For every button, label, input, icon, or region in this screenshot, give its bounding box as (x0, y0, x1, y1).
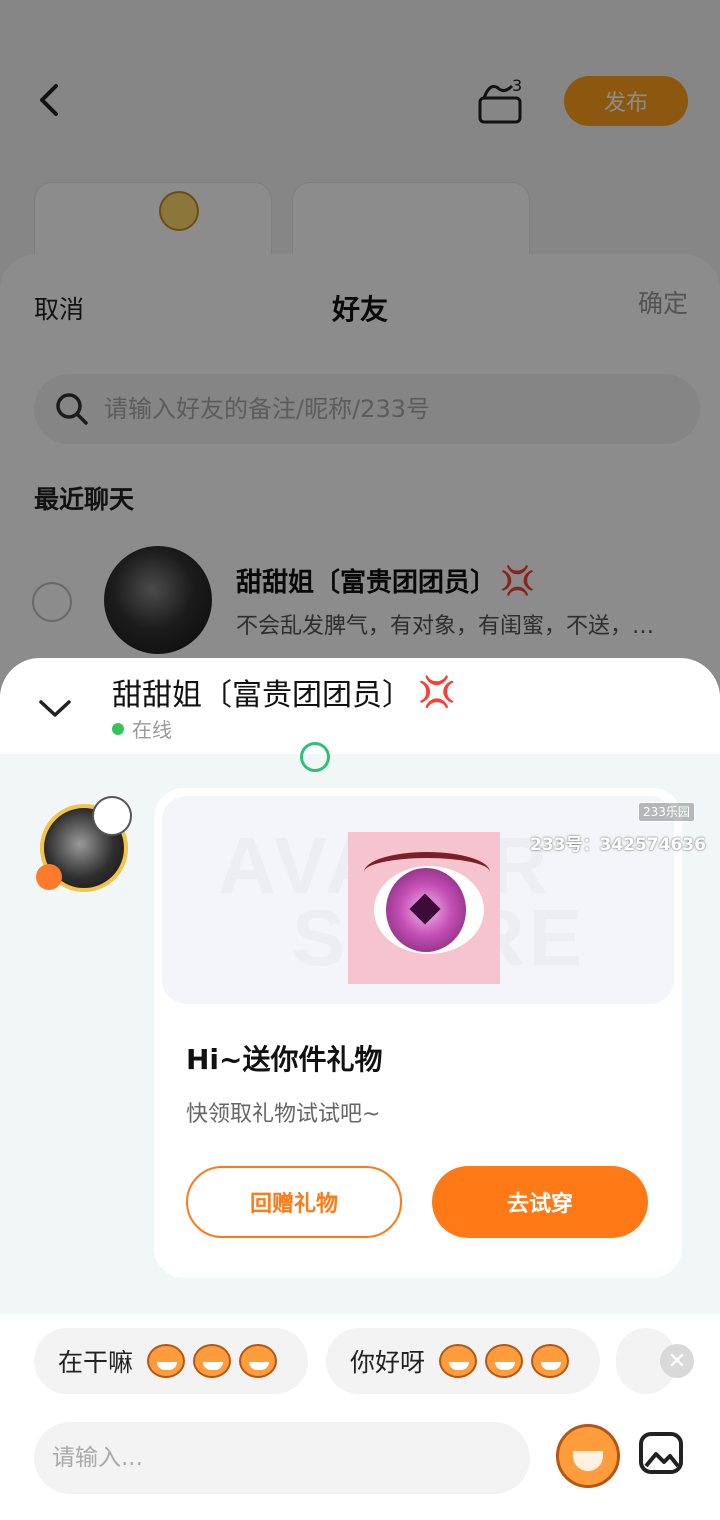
hamster-badge-icon (92, 796, 132, 836)
grin-emoji-icon (239, 1344, 278, 1378)
anger-icon: 💢 (418, 674, 456, 710)
gift-item-image (348, 832, 500, 984)
sticker-mascot-icon[interactable] (556, 1424, 620, 1488)
grin-emoji-icon (485, 1344, 524, 1378)
grin-emoji-icon (531, 1344, 570, 1378)
message-input-box[interactable] (34, 1422, 530, 1494)
contact-name-line: 甜甜姐〔富贵团团员〕 💢 (112, 670, 455, 714)
return-gift-button[interactable]: 回赠礼物 (186, 1166, 402, 1238)
chat-sheet: 甜甜姐〔富贵团团员〕 💢 在线 AVATAR STORE Hi~送你件礼物 快领… (0, 658, 720, 1520)
contact-name: 甜甜姐〔富贵团团员〕 (112, 678, 412, 713)
carrot-badge-icon (36, 864, 62, 890)
gift-title: Hi~送你件礼物 (186, 1043, 383, 1076)
partial-icon (300, 742, 330, 772)
chevron-down-icon (39, 700, 71, 717)
online-status: 在线 (112, 714, 172, 743)
mascot-mouth (573, 1451, 603, 1471)
quick-reply-label: 在干嘛 (58, 1348, 134, 1377)
grin-emoji-icon (147, 1344, 186, 1378)
watermark-logo: 233乐园 (638, 802, 695, 822)
grin-emoji-icon (439, 1344, 478, 1378)
quick-reply-chip[interactable]: 你好呀 (326, 1328, 600, 1394)
chat-input-area: 在干嘛 你好呀 ✕ (0, 1314, 720, 1520)
collapse-button[interactable] (30, 686, 80, 730)
gift-message-card[interactable]: AVATAR STORE Hi~送你件礼物 快领取礼物试试吧~ 回赠礼物 去试穿 (154, 788, 682, 1278)
gift-subtitle: 快领取礼物试试吧~ (186, 1102, 381, 1127)
message-input[interactable] (52, 1445, 512, 1471)
grin-emoji-icon (193, 1344, 232, 1378)
quick-reply-label: 你好呀 (350, 1348, 426, 1377)
gift-preview: AVATAR STORE (162, 796, 674, 1004)
status-text: 在线 (132, 718, 172, 742)
image-picker-icon[interactable] (636, 1426, 686, 1478)
chat-header: 甜甜姐〔富贵团团员〕 💢 在线 (0, 658, 720, 754)
watermark-id: 233号：342574636 (530, 835, 706, 855)
try-on-button[interactable]: 去试穿 (432, 1166, 648, 1238)
close-icon[interactable]: ✕ (660, 1344, 694, 1378)
online-dot-icon (112, 722, 124, 735)
quick-reply-chip[interactable]: 在干嘛 (34, 1328, 308, 1394)
